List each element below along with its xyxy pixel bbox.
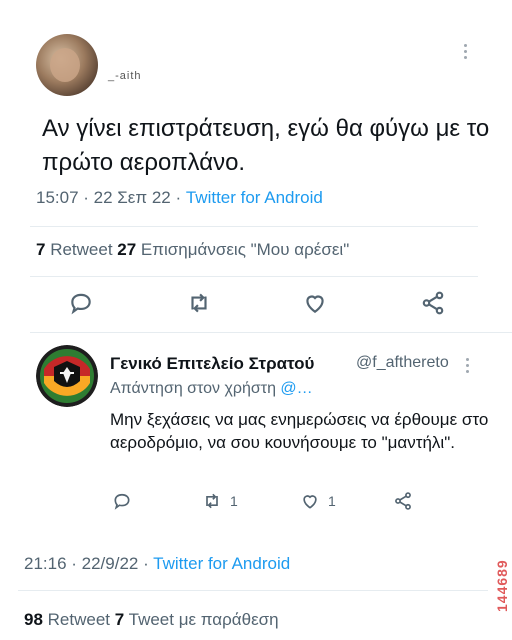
like-count: 1 (328, 493, 336, 509)
reply-retweets-label[interactable]: Retweet (43, 610, 115, 629)
reply-icon[interactable] (112, 490, 132, 512)
avatar[interactable] (36, 34, 98, 96)
reply-quotes-label[interactable]: Tweet με παράθεση (124, 610, 279, 629)
tweet-stats: 7 Retweet 27 Επισημάνσεις "Μου αρέσει" (36, 240, 349, 260)
replying-mention[interactable]: @… (280, 380, 312, 397)
watermark: 144689 (494, 559, 510, 612)
retweet-icon[interactable] (186, 290, 212, 316)
reply-author-handle[interactable]: @f_afthereto (356, 354, 449, 372)
retweet-button[interactable]: 1 (202, 490, 238, 512)
share-icon[interactable] (420, 290, 446, 316)
likes-label[interactable]: Επισημάνσεις "Μου αρέσει" (136, 240, 349, 259)
likes-count[interactable]: 27 (117, 240, 136, 259)
divider (18, 590, 488, 591)
reply-meta: 21:16 · 22/9/22 · Twitter for Android (24, 554, 290, 574)
reply-icon[interactable] (68, 290, 94, 316)
like-button[interactable]: 1 (300, 490, 336, 512)
reply-retweets-count[interactable]: 98 (24, 610, 43, 629)
more-icon[interactable] (462, 44, 468, 62)
divider (30, 226, 478, 227)
tweet-actions (0, 290, 512, 320)
like-icon[interactable] (300, 491, 320, 511)
reply-quotes-count[interactable]: 7 (115, 610, 124, 629)
reply-text: Μην ξεχάσεις να μας ενημερώσεις να έρθου… (110, 410, 489, 452)
divider (30, 276, 478, 277)
reply-stats: 98 Retweet 7 Tweet με παράθεση (24, 610, 279, 630)
reply-author-name[interactable]: Γενικό Επιτελείο Στρατού (110, 354, 314, 374)
army-logo-avatar[interactable] (36, 345, 98, 407)
like-icon[interactable] (302, 290, 328, 316)
reply-client[interactable]: Twitter for Android (153, 554, 290, 573)
share-icon[interactable] (393, 490, 413, 512)
tweet-meta: 15:07 · 22 Σεπ 22 · Twitter for Android (36, 188, 323, 208)
replying-label: Απάντηση στον χρήστη (110, 380, 281, 397)
more-icon[interactable] (466, 358, 469, 376)
retweets-label[interactable]: Retweet (45, 240, 117, 259)
tweet-time: 15:07 · 22 Σεπ 22 · (36, 188, 186, 207)
reply-time: 21:16 · 22/9/22 · (24, 554, 154, 573)
retweet-icon[interactable] (202, 491, 222, 511)
user-handle[interactable]: _-aith (108, 70, 142, 82)
tweet-client[interactable]: Twitter for Android (186, 188, 323, 207)
divider (30, 332, 512, 333)
retweet-count: 1 (230, 493, 238, 509)
replying-to: Απάντηση στον χρήστη @… (110, 380, 313, 398)
tweet-text: Αν γίνει επιστράτευση, εγώ θα φύγω με το… (42, 115, 490, 176)
reply-actions: 1 1 (0, 490, 512, 514)
